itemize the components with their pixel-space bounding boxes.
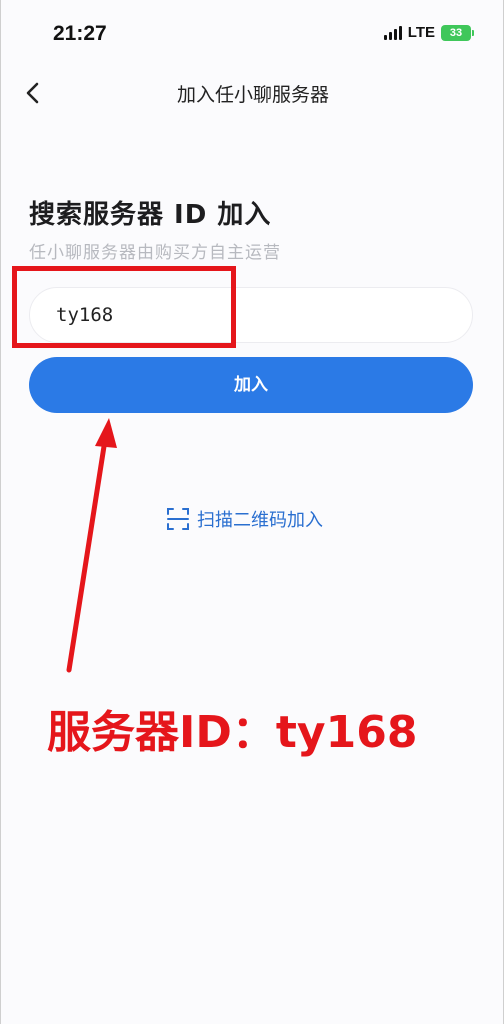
scan-qr-join-link[interactable]: 扫描二维码加入 — [165, 505, 323, 533]
battery-level: 33 — [449, 26, 463, 39]
signal-icon — [383, 25, 402, 40]
join-button[interactable]: 加入 — [29, 357, 473, 413]
page-title: 加入任小聊服务器 — [176, 84, 329, 106]
scan-qr-label: 扫描二维码加入 — [197, 510, 323, 531]
section-subheading: 任小聊服务器由购买方自主运营 — [29, 243, 281, 263]
section-heading: 搜索服务器 ID 加入 — [29, 200, 272, 230]
status-indicators: LTE 33 — [383, 24, 474, 41]
nav-bar: 加入任小聊服务器 — [1, 70, 504, 116]
status-bar: 21:27 LTE 33 — [1, 0, 504, 70]
annotation-text: 服务器ID：ty168 — [47, 707, 418, 758]
network-type: LTE — [407, 24, 435, 41]
annotation-highlight-box — [12, 266, 236, 348]
app-screen: 21:27 LTE 33 加入任小聊服务器 搜索服务器 ID 加入 任小聊服务器… — [0, 0, 504, 1024]
qr-scan-icon — [167, 508, 189, 530]
battery-icon: 33 — [441, 24, 474, 41]
status-time: 21:27 — [53, 22, 107, 45]
